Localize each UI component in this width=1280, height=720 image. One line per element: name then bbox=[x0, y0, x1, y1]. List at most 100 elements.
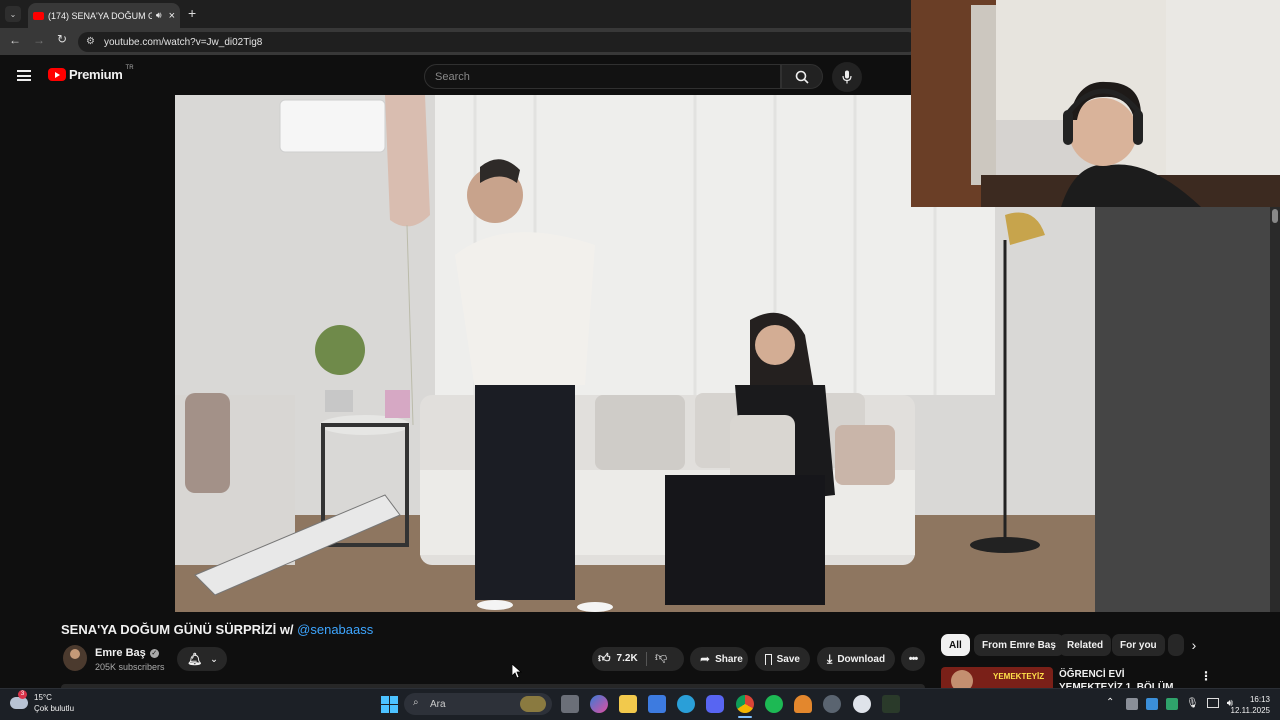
microphone-icon bbox=[842, 70, 852, 84]
site-info-icon[interactable]: ⚙ bbox=[86, 36, 95, 47]
dislike-button[interactable]: 👎︎ bbox=[655, 650, 667, 665]
video-edge-background bbox=[1095, 207, 1270, 612]
weather-badge: 3 bbox=[18, 690, 27, 699]
tray-display-icon[interactable] bbox=[1206, 698, 1219, 708]
settings-gear-icon[interactable] bbox=[853, 695, 871, 713]
like-button[interactable]: 👍︎ 7.2K bbox=[598, 651, 638, 666]
thumbs-down-icon: 👎︎ bbox=[655, 650, 668, 664]
video-menu-icon[interactable]: ⋮ bbox=[1200, 669, 1212, 683]
file-explorer-icon[interactable] bbox=[619, 695, 637, 713]
download-button[interactable]: ⤓ Download bbox=[817, 647, 895, 671]
url-text: youtube.com/watch?v=Jw_di02Tig8 bbox=[104, 36, 263, 48]
webcam-image bbox=[911, 0, 1280, 207]
search-highlight-icon bbox=[520, 696, 546, 712]
chips-next-button[interactable]: › bbox=[1183, 634, 1205, 656]
search-icon: ⌕ bbox=[413, 697, 419, 708]
chevron-right-icon: › bbox=[1191, 637, 1197, 653]
task-view-icon[interactable] bbox=[561, 695, 579, 713]
notification-bell-button[interactable]: 🔔︎ ⌄ bbox=[177, 647, 227, 671]
tray-shield-icon[interactable] bbox=[1146, 698, 1158, 710]
speaker-icon[interactable]: 🔊︎ bbox=[156, 10, 162, 21]
youtube-logo[interactable]: Premium TR bbox=[48, 65, 134, 82]
clock[interactable]: 16:13 12.11.2025 bbox=[1222, 694, 1270, 716]
tab-title: (174) SENA'YA DOĞUM GÜ bbox=[47, 10, 152, 21]
back-icon[interactable]: ← bbox=[9, 33, 21, 47]
voice-search-button[interactable] bbox=[832, 62, 862, 92]
tray-security-icon[interactable] bbox=[1166, 698, 1178, 710]
search-button[interactable] bbox=[781, 64, 823, 89]
webcam-overlay bbox=[911, 0, 1280, 207]
cloud-app-icon[interactable] bbox=[794, 695, 812, 713]
share-button[interactable]: ➦ Share bbox=[690, 647, 748, 671]
discord-icon[interactable] bbox=[706, 695, 724, 713]
channel-avatar[interactable] bbox=[63, 645, 87, 671]
edge-icon[interactable] bbox=[677, 695, 695, 713]
clock-time: 16:13 bbox=[1249, 695, 1270, 704]
clock-date: 12.11.2025 bbox=[1230, 706, 1270, 715]
chip-for-you[interactable]: For you bbox=[1112, 634, 1165, 656]
like-count: 7.2K bbox=[616, 653, 638, 664]
more-actions-button[interactable]: ••• bbox=[901, 647, 925, 671]
taskbar bbox=[0, 688, 1280, 720]
mouse-cursor-icon bbox=[512, 664, 522, 679]
tab-list-button[interactable]: ⌄ bbox=[5, 6, 21, 22]
close-tab-icon[interactable]: × bbox=[169, 10, 175, 22]
tray-microphone-icon[interactable]: 🎙︎ bbox=[1186, 698, 1199, 710]
share-label: Share bbox=[715, 653, 743, 665]
copilot-icon[interactable] bbox=[590, 695, 608, 713]
forward-icon[interactable]: → bbox=[33, 33, 45, 47]
chevron-down-icon: ⌄ bbox=[9, 9, 17, 19]
recommended-video-title[interactable]: ÖĞRENCİ EVİ YEMEKTEYİZ 1. BÖLÜM İZLİYORU… bbox=[1059, 668, 1189, 688]
save-label: Save bbox=[776, 653, 800, 665]
download-label: Download bbox=[837, 653, 886, 665]
tray-chevron-up-icon[interactable]: ⌃ bbox=[1106, 697, 1114, 708]
youtube-play-logo-icon bbox=[48, 68, 66, 81]
search-icon bbox=[795, 70, 809, 84]
cloud-icon: 3 bbox=[10, 690, 28, 709]
game-app-icon[interactable] bbox=[882, 695, 900, 713]
chip-related[interactable]: Related bbox=[1059, 634, 1112, 656]
store-icon[interactable] bbox=[648, 695, 666, 713]
weather-desc: Çok bulutlu bbox=[34, 704, 75, 713]
weather-widget[interactable]: 3 15°C Çok bulutlu bbox=[10, 690, 74, 714]
active-app-indicator bbox=[738, 716, 752, 718]
chip-partial[interactable] bbox=[1168, 634, 1184, 656]
page-scrollbar[interactable] bbox=[1270, 207, 1280, 612]
recommended-video-thumbnail[interactable]: YEMEKTEYİZ bbox=[941, 667, 1053, 688]
logo-region: TR bbox=[125, 65, 134, 71]
taskbar-search[interactable]: ⌕ Ara bbox=[404, 693, 552, 715]
taskbar-search-label: Ara bbox=[430, 698, 446, 710]
thumbnail-face bbox=[951, 670, 973, 688]
verified-check-icon: ✓ bbox=[149, 648, 159, 658]
new-tab-button[interactable]: + bbox=[188, 5, 196, 21]
chrome-icon[interactable] bbox=[736, 695, 754, 713]
channel-name[interactable]: Emre Baş ✓ bbox=[95, 647, 159, 659]
subscriber-count: 205K subscribers bbox=[95, 662, 165, 672]
steam-icon[interactable] bbox=[823, 695, 841, 713]
scrollbar-thumb[interactable] bbox=[1272, 209, 1278, 223]
thumbs-up-icon: 👍︎ bbox=[598, 651, 611, 665]
chip-all[interactable]: All bbox=[941, 634, 970, 656]
address-bar[interactable]: ⚙ youtube.com/watch?v=Jw_di02Tig8 bbox=[78, 32, 918, 52]
channel-mention-link[interactable]: @senabaass bbox=[297, 622, 373, 637]
browser-tab-active[interactable]: (174) SENA'YA DOĞUM GÜ 🔊︎ × bbox=[28, 3, 180, 28]
search-input[interactable]: Search bbox=[424, 64, 781, 89]
save-button[interactable]: Save bbox=[755, 647, 810, 671]
tray-icons: 🎙︎ 🔊︎ bbox=[1126, 698, 1233, 710]
download-icon: ⤓ bbox=[827, 651, 833, 666]
tray-app-icon[interactable] bbox=[1126, 698, 1138, 710]
logo-text: Premium bbox=[69, 67, 123, 82]
windows-start-icon[interactable] bbox=[381, 696, 398, 713]
reload-icon[interactable]: ↻ bbox=[57, 32, 67, 46]
share-arrow-icon: ➦ bbox=[700, 652, 711, 666]
thumbnail-text: YEMEKTEYİZ bbox=[993, 672, 1045, 681]
video-title-text: SENA'YA DOĞUM GÜNÜ SÜRPRİZİ w/ bbox=[61, 622, 294, 637]
bookmark-icon bbox=[765, 653, 772, 665]
spotify-icon[interactable] bbox=[765, 695, 783, 713]
menu-hamburger-icon[interactable] bbox=[17, 70, 31, 81]
chip-from-channel[interactable]: From Emre Baş bbox=[974, 634, 1064, 656]
chevron-down-icon: ⌄ bbox=[210, 653, 218, 664]
youtube-favicon-icon bbox=[33, 11, 44, 20]
weather-text: 15°C Çok bulutlu bbox=[34, 692, 74, 714]
video-title: SENA'YA DOĞUM GÜNÜ SÜRPRİZİ w/ @senabaas… bbox=[61, 622, 373, 637]
